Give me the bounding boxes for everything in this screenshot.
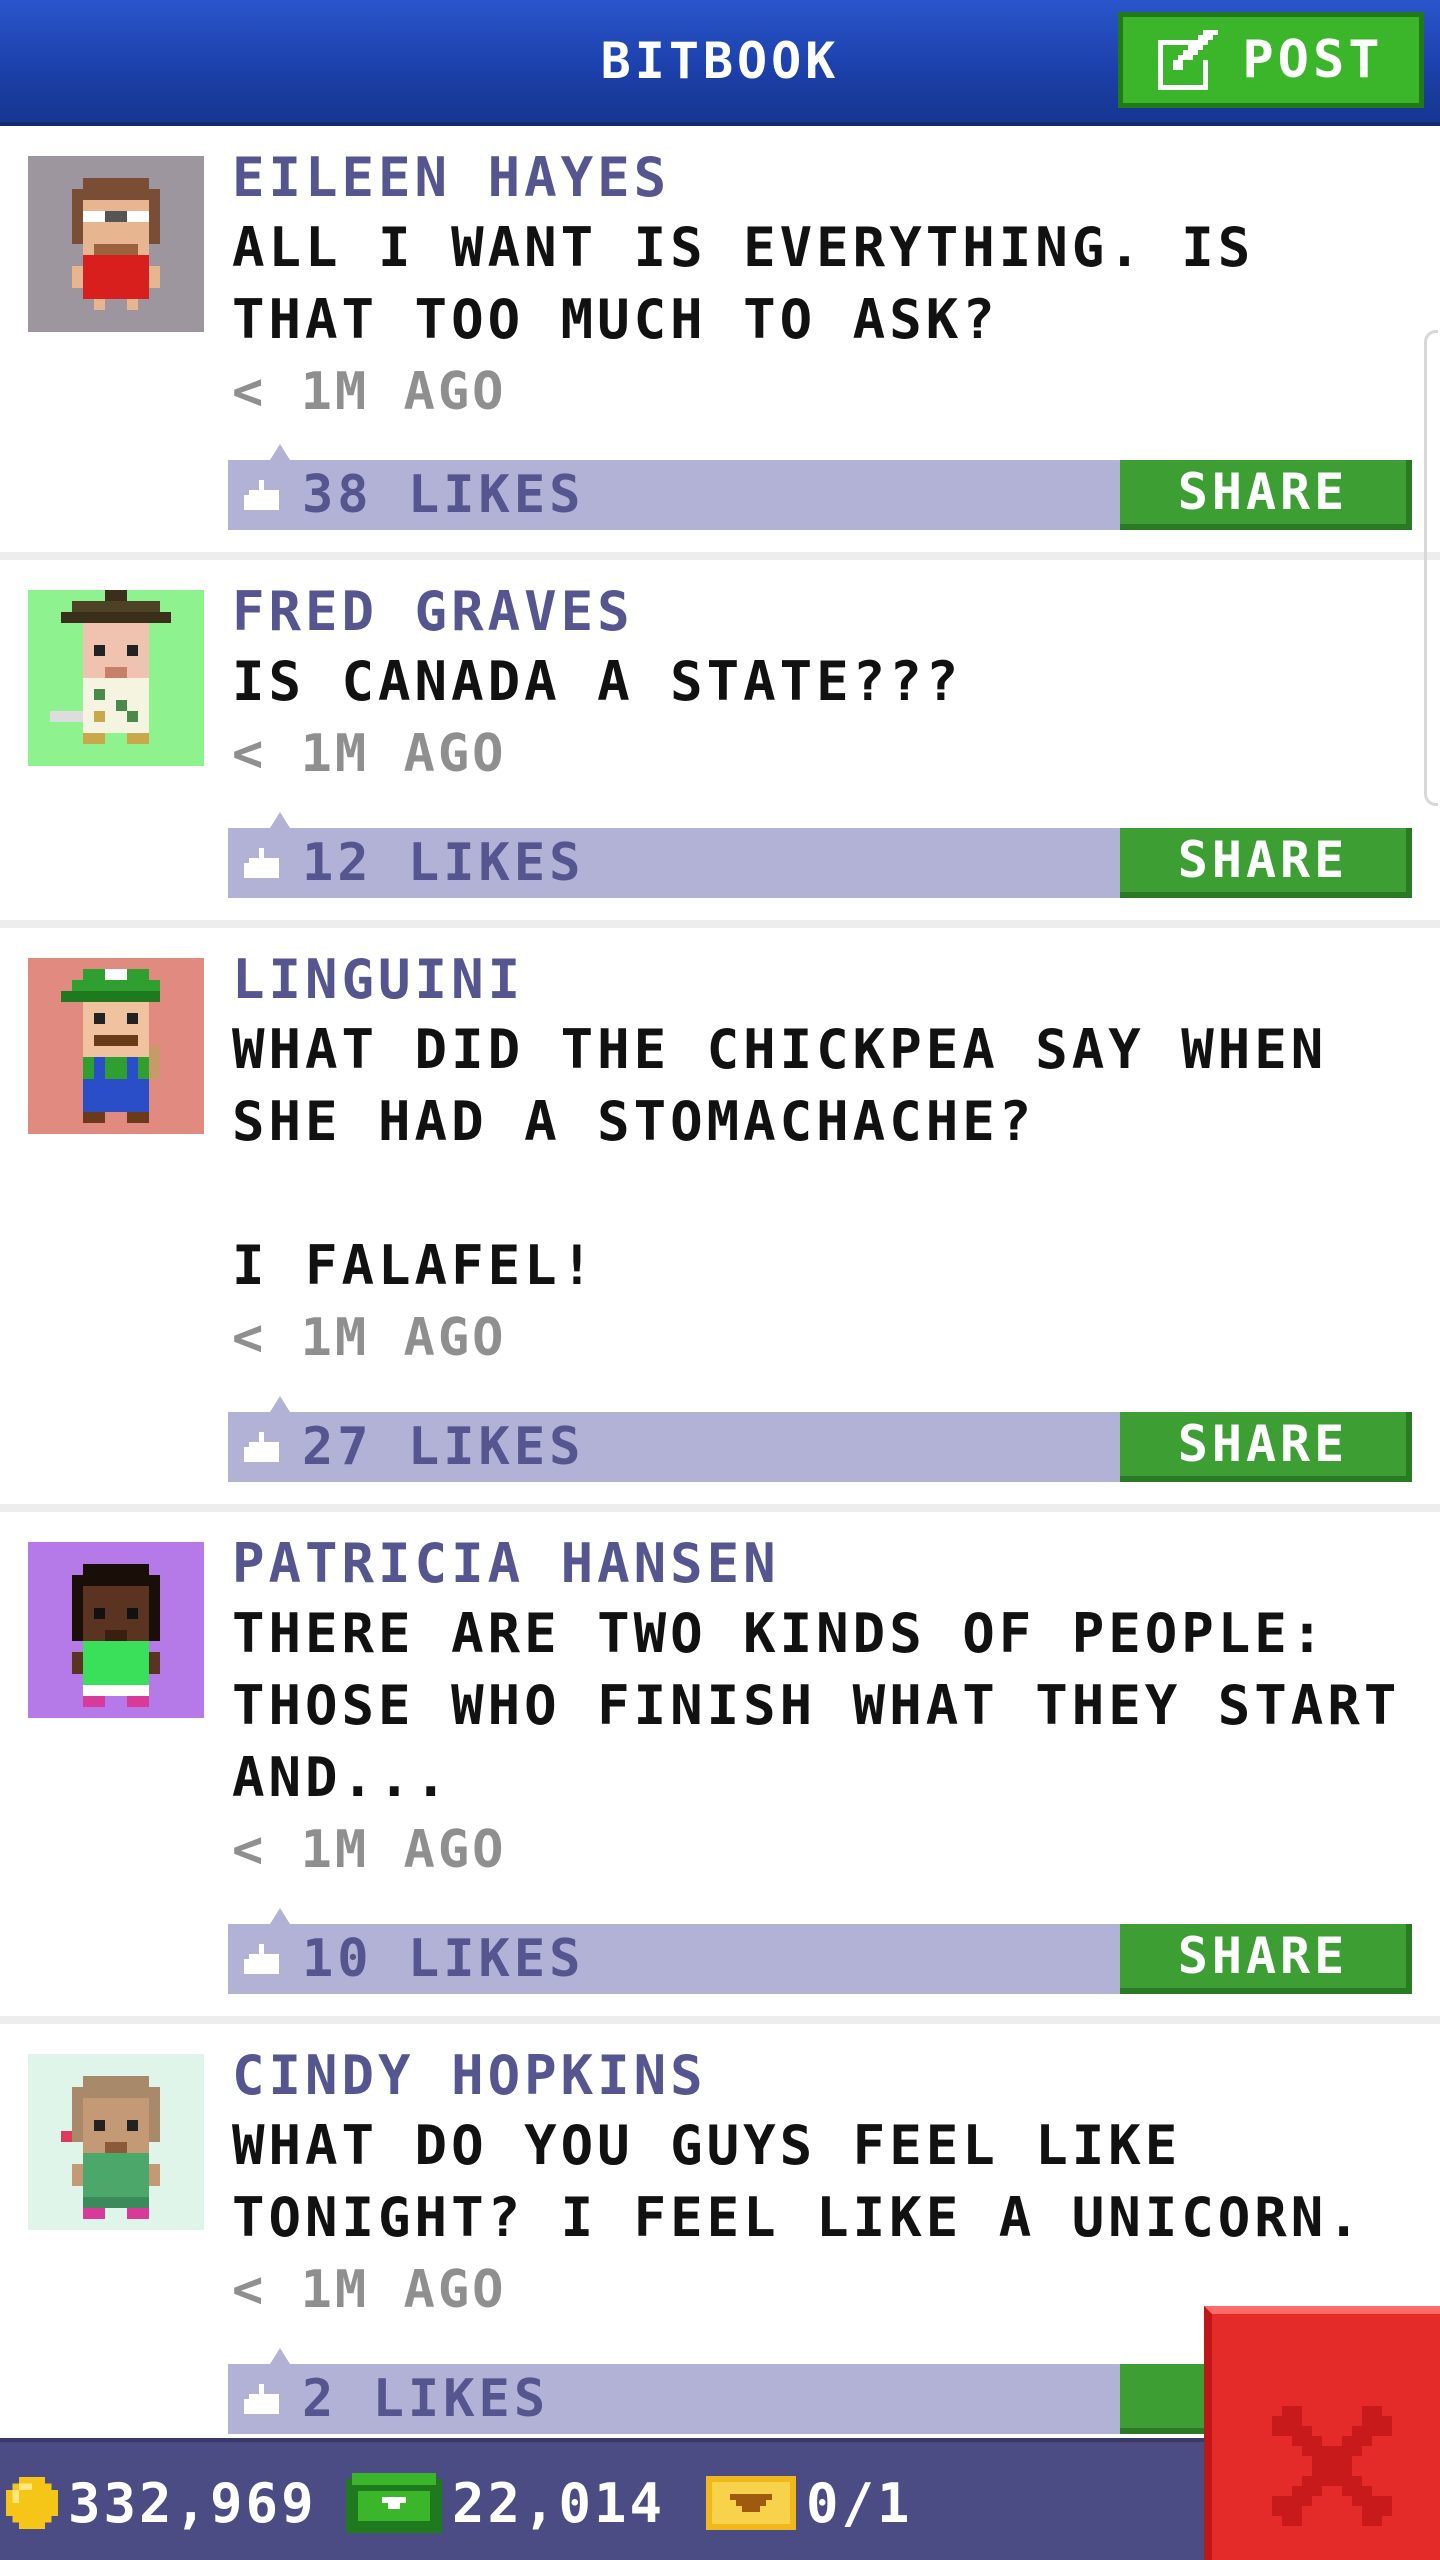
thumbs-up-icon (244, 1944, 279, 1974)
post-author[interactable]: EILEEN HAYES (232, 144, 1412, 212)
avatar[interactable] (28, 1542, 204, 1718)
close-icon (1272, 2406, 1392, 2526)
post-item: PATRICIA HANSEN THERE ARE TWO KINDS OF P… (0, 1512, 1440, 2024)
thumbs-up-icon (244, 848, 279, 878)
post-body: FRED GRAVES IS CANADA A STATE??? < 1M AG… (232, 578, 1412, 790)
likes-count: 2 LIKES (302, 2369, 550, 2429)
post-item: LINGUINI WHAT DID THE CHICKPEA SAY WHEN … (0, 928, 1440, 1512)
avatar[interactable] (28, 590, 204, 766)
post-message: IS CANADA A STATE??? (232, 650, 963, 713)
share-button[interactable]: SHARE (1120, 460, 1412, 530)
post-timestamp: < 1M AGO (232, 724, 507, 784)
avatar[interactable] (28, 156, 204, 332)
avatar-patricia-hansen (28, 1542, 204, 1718)
post-author[interactable]: CINDY HOPKINS (232, 2042, 1412, 2110)
avatar[interactable] (28, 2054, 204, 2230)
thumbs-up-icon (244, 480, 279, 510)
post-body: PATRICIA HANSEN THERE ARE TWO KINDS OF P… (232, 1530, 1412, 1886)
post-message: THERE ARE TWO KINDS OF PEOPLE: THOSE WHO… (232, 1602, 1401, 1809)
ticket-icon (706, 2476, 796, 2530)
bux-value: 22,014 (452, 2471, 666, 2535)
likes-button[interactable]: 27 LIKES (244, 1412, 584, 1482)
post-timestamp: < 1M AGO (232, 1308, 507, 1368)
avatar-cindy-hopkins (28, 2054, 204, 2230)
scrollbar[interactable] (1424, 330, 1438, 806)
post-author[interactable]: PATRICIA HANSEN (232, 1530, 1412, 1598)
share-button[interactable]: SHARE (1120, 1924, 1412, 1994)
avatar-linguini (28, 958, 204, 1134)
likes-button[interactable]: 2 LIKES (244, 2364, 549, 2434)
likes-count: 27 LIKES (302, 1417, 585, 1477)
post-body: EILEEN HAYES ALL I WANT IS EVERYTHING. I… (232, 144, 1412, 428)
likes-bar: 38 LIKES SHARE (228, 444, 1412, 530)
bux-icon (346, 2473, 442, 2533)
thumbs-up-icon (244, 2384, 279, 2414)
edit-icon (1158, 30, 1219, 90)
avatar[interactable] (28, 958, 204, 1134)
likes-button[interactable]: 10 LIKES (244, 1924, 584, 1994)
post-body: CINDY HOPKINS WHAT DO YOU GUYS FEEL LIKE… (232, 2042, 1412, 2326)
post-message: ALL I WANT IS EVERYTHING. IS THAT TOO MU… (232, 216, 1255, 351)
coin-icon (6, 2477, 58, 2529)
close-button[interactable] (1204, 2306, 1440, 2560)
avatar-fred-graves (28, 590, 204, 766)
post-button[interactable]: POST (1118, 12, 1424, 108)
bux-counter: 22,014 (346, 2442, 665, 2560)
tickets-counter: 0/1 (706, 2442, 913, 2560)
post-button-label: POST (1242, 30, 1384, 90)
post-message: WHAT DID THE CHICKPEA SAY WHEN SHE HAD A… (232, 1018, 1328, 1297)
likes-bar: 27 LIKES SHARE (228, 1396, 1412, 1482)
post-message: WHAT DO YOU GUYS FEEL LIKE TONIGHT? I FE… (232, 2114, 1364, 2249)
thumbs-up-icon (244, 1432, 279, 1462)
coins-value: 332,969 (68, 2471, 317, 2535)
likes-button[interactable]: 12 LIKES (244, 828, 584, 898)
post-feed[interactable]: EILEEN HAYES ALL I WANT IS EVERYTHING. I… (0, 126, 1440, 2464)
post-author[interactable]: LINGUINI (232, 946, 1412, 1014)
likes-count: 12 LIKES (302, 833, 585, 893)
likes-count: 10 LIKES (302, 1929, 585, 1989)
post-item: FRED GRAVES IS CANADA A STATE??? < 1M AG… (0, 560, 1440, 928)
share-button[interactable]: SHARE (1120, 1412, 1412, 1482)
likes-bar: 10 LIKES SHARE (228, 1908, 1412, 1994)
post-author[interactable]: FRED GRAVES (232, 578, 1412, 646)
avatar-eileen-hayes (28, 156, 204, 332)
coins-counter: 332,969 (6, 2442, 317, 2560)
likes-bar: 12 LIKES SHARE (228, 812, 1412, 898)
share-button[interactable]: SHARE (1120, 828, 1412, 898)
header-bar: BITBOOK POST (0, 0, 1440, 126)
post-timestamp: < 1M AGO (232, 362, 507, 422)
likes-count: 38 LIKES (302, 465, 585, 525)
bitbook-screen: BITBOOK POST EILEEN HAYES ALL I WANT IS … (0, 0, 1440, 2560)
likes-button[interactable]: 38 LIKES (244, 460, 584, 530)
tickets-value: 0/1 (806, 2471, 913, 2535)
post-timestamp: < 1M AGO (232, 1820, 507, 1880)
post-body: LINGUINI WHAT DID THE CHICKPEA SAY WHEN … (232, 946, 1412, 1374)
post-item: EILEEN HAYES ALL I WANT IS EVERYTHING. I… (0, 126, 1440, 560)
